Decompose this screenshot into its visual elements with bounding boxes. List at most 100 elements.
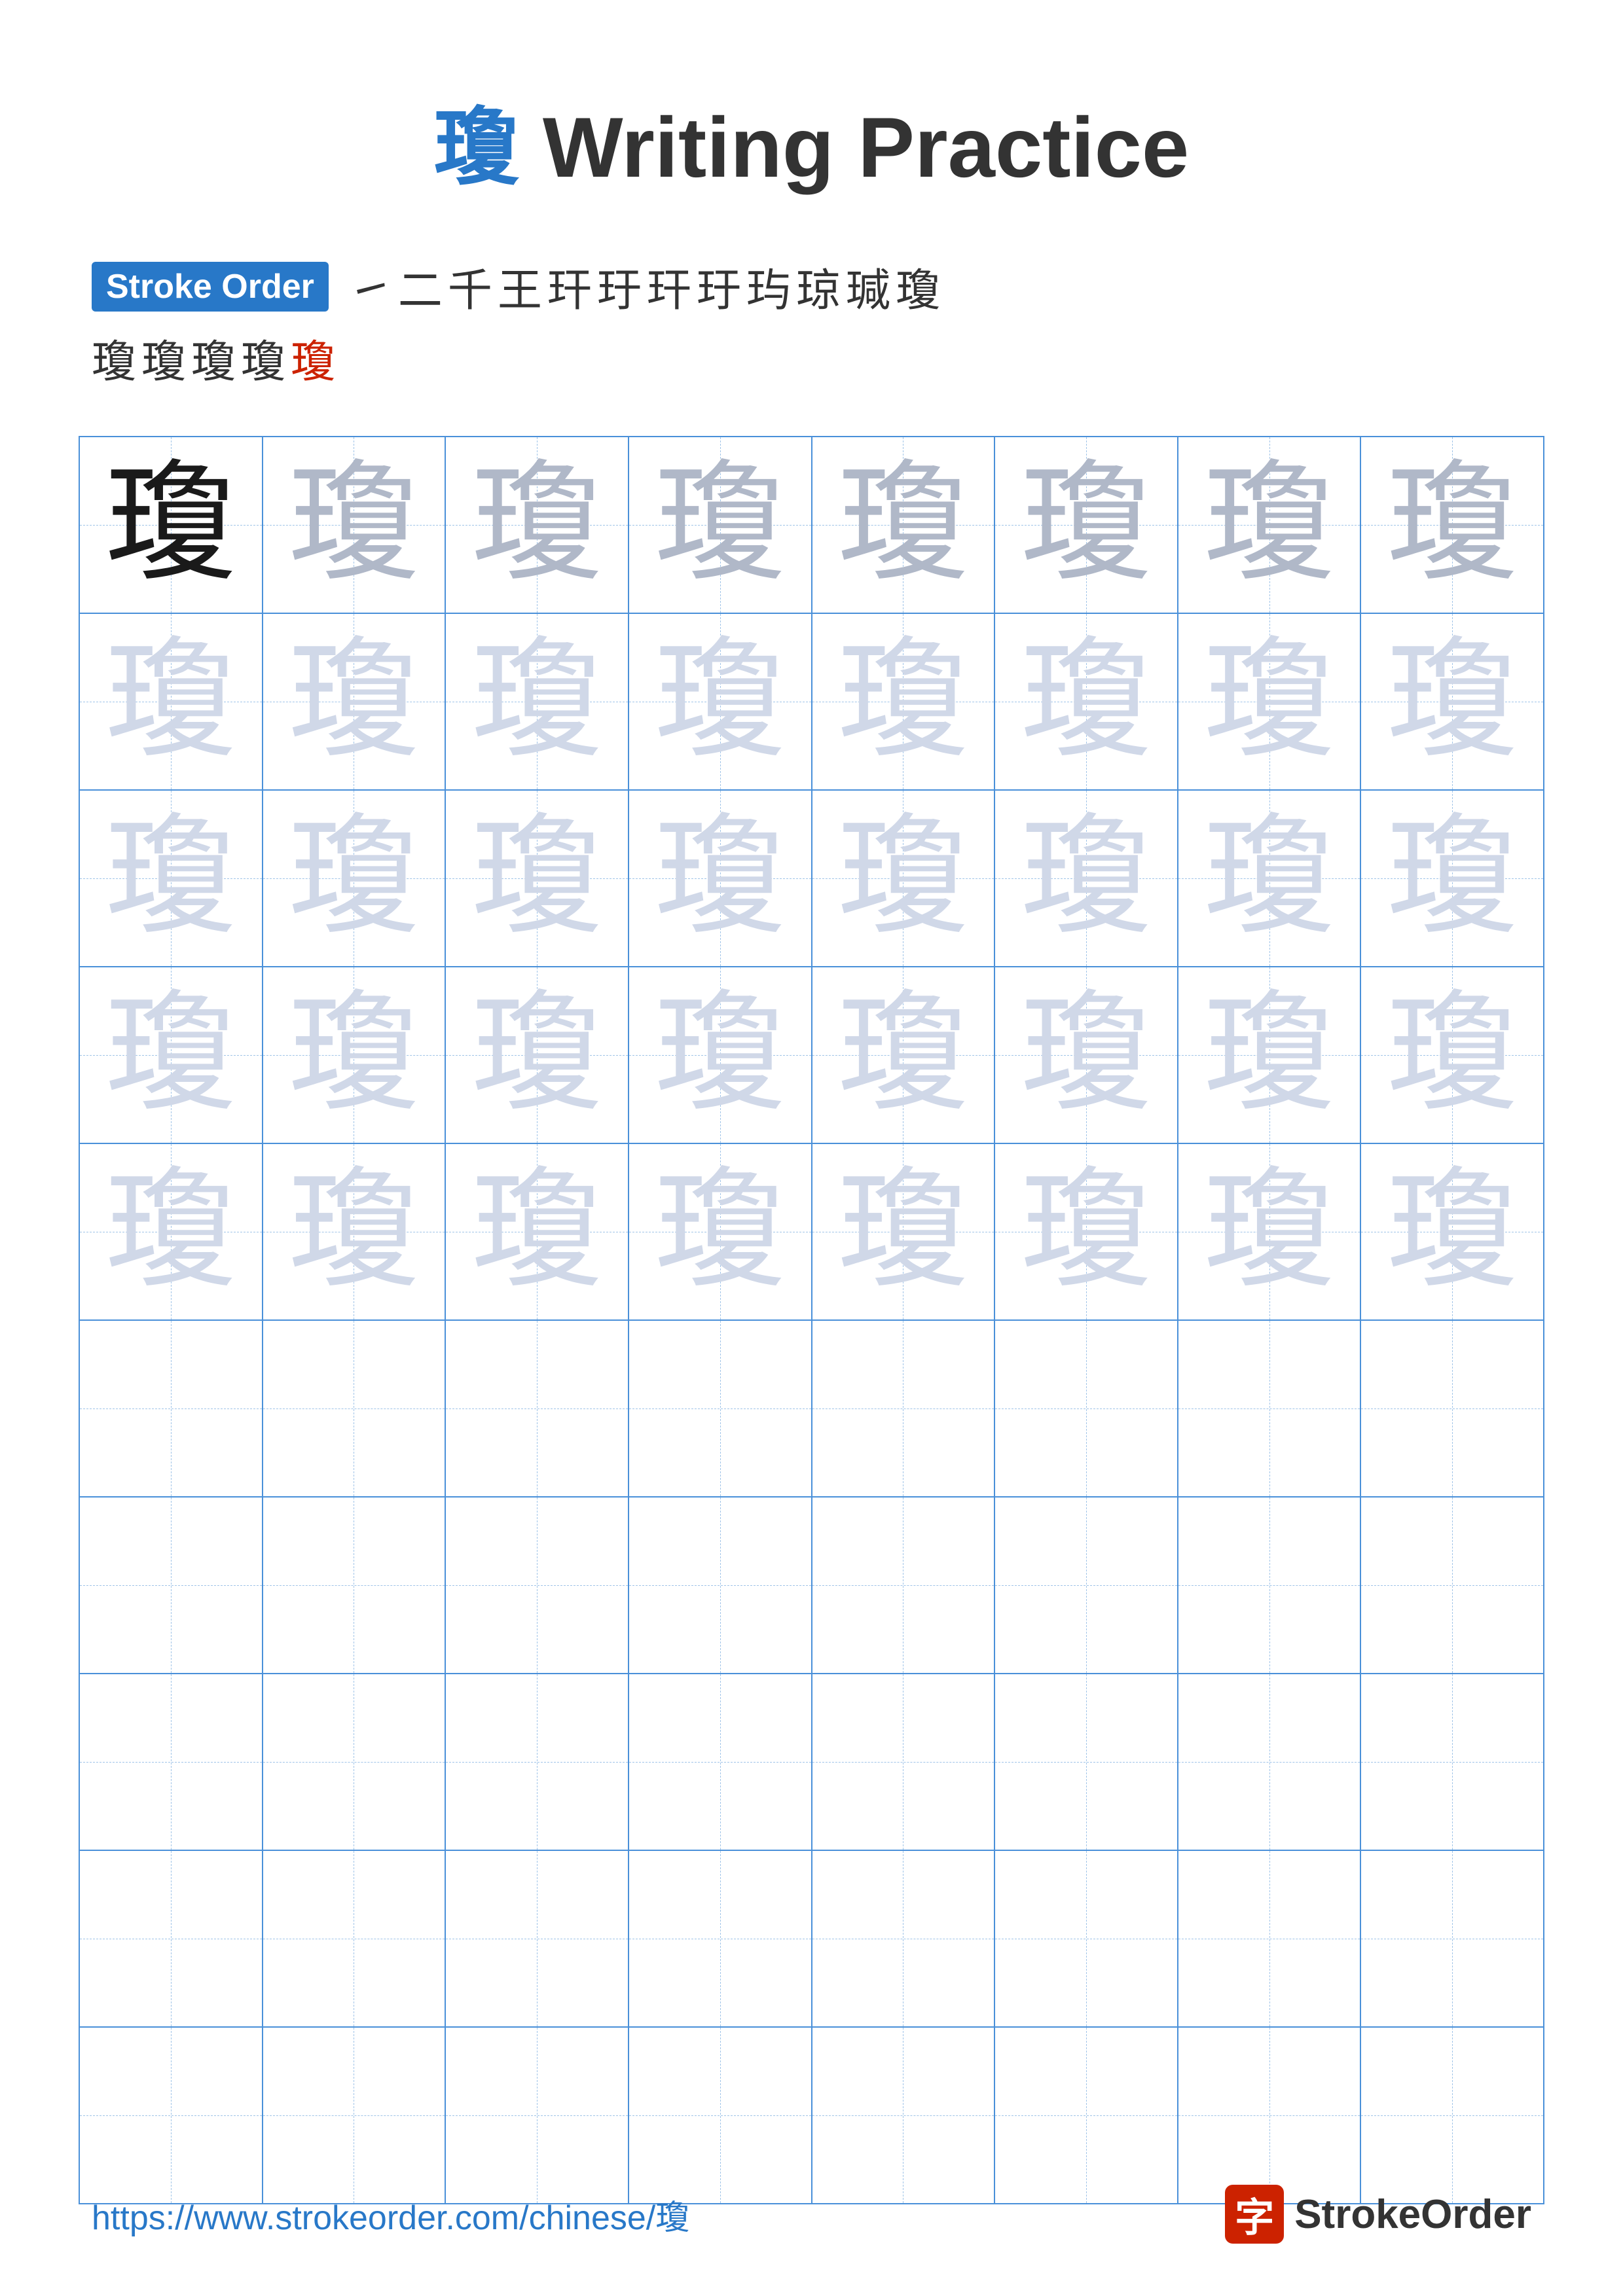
grid-cell[interactable]: [1360, 2027, 1544, 2204]
stroke-order-row1: Stroke Order ㇀ 二 千 王 玕 玗 玕 玗 玙 琼 瑊 瓊: [92, 254, 1531, 319]
grid-cell[interactable]: 瓊: [1178, 967, 1361, 1143]
grid-cell[interactable]: 瓊: [994, 967, 1178, 1143]
grid-cell[interactable]: 瓊: [445, 967, 629, 1143]
grid-cell[interactable]: 瓊: [629, 790, 812, 967]
grid-cell[interactable]: [1178, 1850, 1361, 2027]
grid-cell[interactable]: [263, 1320, 446, 1497]
grid-cell[interactable]: 瓊: [445, 613, 629, 790]
grid-cell[interactable]: [994, 1674, 1178, 1850]
grid-cell[interactable]: [812, 1497, 995, 1674]
grid-cell[interactable]: [1360, 1497, 1544, 1674]
grid-cell[interactable]: [1360, 1320, 1544, 1497]
practice-grid-section: 瓊瓊瓊瓊瓊瓊瓊瓊瓊瓊瓊瓊瓊瓊瓊瓊瓊瓊瓊瓊瓊瓊瓊瓊瓊瓊瓊瓊瓊瓊瓊瓊瓊瓊瓊瓊瓊瓊瓊瓊: [0, 436, 1623, 2204]
grid-cell[interactable]: 瓊: [629, 967, 812, 1143]
grid-cell[interactable]: 瓊: [812, 967, 995, 1143]
grid-cell[interactable]: 瓊: [1360, 437, 1544, 613]
practice-char: 瓊: [1204, 629, 1335, 774]
grid-cell[interactable]: [263, 2027, 446, 2204]
grid-cell[interactable]: [1178, 1497, 1361, 1674]
grid-cell[interactable]: 瓊: [994, 613, 1178, 790]
practice-char: 瓊: [1387, 982, 1518, 1127]
grid-cell[interactable]: 瓊: [263, 437, 446, 613]
grid-cell[interactable]: [79, 1850, 263, 2027]
grid-cell[interactable]: 瓊: [1360, 790, 1544, 967]
practice-char: 瓊: [288, 1159, 419, 1304]
grid-cell[interactable]: [79, 1320, 263, 1497]
grid-cell[interactable]: 瓊: [812, 613, 995, 790]
grid-cell[interactable]: 瓊: [79, 437, 263, 613]
grid-cell[interactable]: [994, 1320, 1178, 1497]
grid-cell[interactable]: [629, 1320, 812, 1497]
grid-cell[interactable]: 瓊: [445, 1143, 629, 1320]
grid-cell[interactable]: [445, 2027, 629, 2204]
grid-cell[interactable]: 瓊: [629, 437, 812, 613]
grid-cell[interactable]: 瓊: [79, 967, 263, 1143]
grid-cell[interactable]: [812, 1674, 995, 1850]
grid-cell[interactable]: 瓊: [1178, 613, 1361, 790]
grid-cell[interactable]: [263, 1850, 446, 2027]
grid-cell[interactable]: [629, 2027, 812, 2204]
grid-cell[interactable]: 瓊: [445, 437, 629, 613]
practice-char: 瓊: [471, 806, 602, 950]
grid-cell[interactable]: 瓊: [1178, 790, 1361, 967]
grid-cell[interactable]: [1178, 1320, 1361, 1497]
grid-cell[interactable]: [79, 1497, 263, 1674]
stroke-order-badge: Stroke Order: [92, 262, 329, 312]
grid-cell[interactable]: [445, 1497, 629, 1674]
stroke-chars-row1: ㇀ 二 千 王 玕 玗 玕 玗 玙 琼 瑊 瓊: [348, 254, 940, 319]
grid-cell[interactable]: [994, 1850, 1178, 2027]
practice-char: 瓊: [105, 982, 236, 1127]
grid-cell[interactable]: 瓊: [1360, 967, 1544, 1143]
grid-cell[interactable]: 瓊: [445, 790, 629, 967]
grid-cell[interactable]: [263, 1497, 446, 1674]
grid-cell[interactable]: [629, 1497, 812, 1674]
page-title: 瓊 Writing Practice: [434, 99, 1189, 195]
grid-cell[interactable]: [263, 1674, 446, 1850]
grid-cell[interactable]: [1178, 2027, 1361, 2204]
stroke-char-6: 玗: [597, 254, 642, 319]
grid-cell[interactable]: 瓊: [263, 1143, 446, 1320]
grid-cell[interactable]: [79, 2027, 263, 2204]
grid-cell[interactable]: 瓊: [263, 967, 446, 1143]
grid-cell[interactable]: [1360, 1674, 1544, 1850]
grid-cell[interactable]: 瓊: [79, 790, 263, 967]
grid-cell[interactable]: 瓊: [994, 790, 1178, 967]
grid-cell[interactable]: [445, 1320, 629, 1497]
grid-cell[interactable]: 瓊: [263, 613, 446, 790]
grid-cell[interactable]: 瓊: [263, 790, 446, 967]
grid-cell[interactable]: 瓊: [812, 437, 995, 613]
grid-cell[interactable]: 瓊: [1360, 1143, 1544, 1320]
practice-char: 瓊: [837, 452, 968, 597]
grid-cell[interactable]: 瓊: [994, 1143, 1178, 1320]
stroke-char-11: 瑊: [846, 254, 890, 319]
grid-cell[interactable]: 瓊: [812, 790, 995, 967]
practice-char: 瓊: [837, 982, 968, 1127]
grid-cell[interactable]: [79, 1674, 263, 1850]
practice-char: 瓊: [1021, 982, 1152, 1127]
grid-cell[interactable]: 瓊: [79, 1143, 263, 1320]
grid-cell[interactable]: [812, 2027, 995, 2204]
grid-cell[interactable]: [629, 1674, 812, 1850]
grid-cell[interactable]: [994, 2027, 1178, 2204]
stroke-char-10: 琼: [796, 254, 841, 319]
grid-cell[interactable]: 瓊: [1360, 613, 1544, 790]
grid-cell[interactable]: [445, 1674, 629, 1850]
stroke-order-row2: 瓊 瓊 瓊 瓊 瓊: [92, 325, 1531, 390]
grid-cell[interactable]: 瓊: [812, 1143, 995, 1320]
grid-cell[interactable]: [445, 1850, 629, 2027]
practice-char: 瓊: [655, 982, 786, 1127]
grid-cell[interactable]: 瓊: [1178, 437, 1361, 613]
grid-cell[interactable]: 瓊: [629, 1143, 812, 1320]
grid-cell[interactable]: [1360, 1850, 1544, 2027]
grid-cell[interactable]: [812, 1850, 995, 2027]
stroke-char-15: 瓊: [191, 325, 236, 390]
grid-cell[interactable]: 瓊: [1178, 1143, 1361, 1320]
footer-url[interactable]: https://www.strokeorder.com/chinese/瓊: [92, 2190, 689, 2239]
grid-cell[interactable]: 瓊: [629, 613, 812, 790]
grid-cell[interactable]: 瓊: [79, 613, 263, 790]
grid-cell[interactable]: [629, 1850, 812, 2027]
grid-cell[interactable]: [1178, 1674, 1361, 1850]
grid-cell[interactable]: [812, 1320, 995, 1497]
grid-cell[interactable]: 瓊: [994, 437, 1178, 613]
grid-cell[interactable]: [994, 1497, 1178, 1674]
